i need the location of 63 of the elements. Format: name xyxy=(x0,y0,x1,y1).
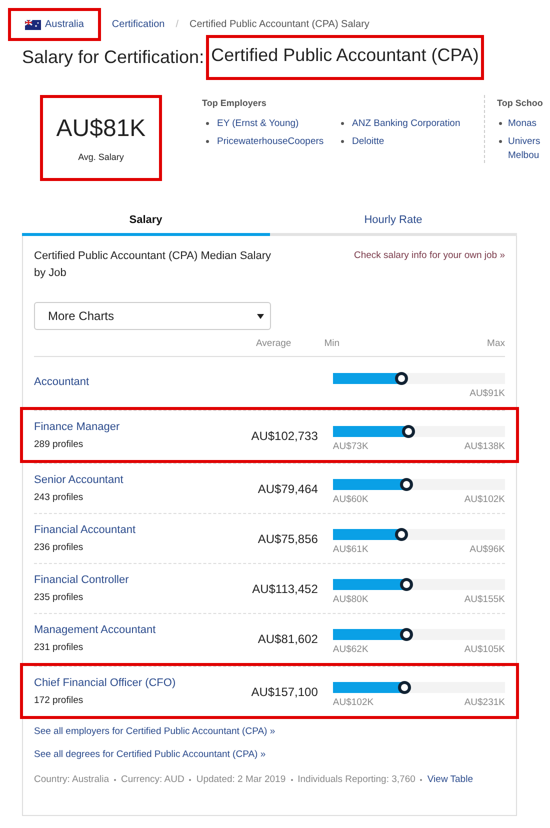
more-charts-dropdown[interactable]: More Charts xyxy=(34,302,271,330)
own-job-link[interactable]: Check salary info for your own job » xyxy=(354,248,505,282)
breadcrumb-separator: / xyxy=(176,18,178,32)
job-title-link[interactable]: Accountant xyxy=(34,374,206,390)
max-salary: AU$102K xyxy=(464,493,505,508)
min-salary: AU$60K xyxy=(332,493,368,508)
column-header: Average xyxy=(256,337,292,352)
profile-count: 235 profiles xyxy=(34,591,84,606)
employer-link[interactable]: ANZ Banking Corporation xyxy=(352,116,460,131)
see-all-link[interactable]: See all employers for Certified Public Accountant (CPA) » xyxy=(34,725,505,740)
footer-info: Individuals Reporting: 3,760 xyxy=(298,772,416,786)
see-all-link[interactable]: See all degrees for Certified Public Accountant (CPA) » xyxy=(34,748,505,762)
employer-link[interactable]: PricewaterhouseCoopers xyxy=(217,134,324,149)
average-salary: AU$157,100 xyxy=(251,684,318,700)
max-salary: AU$91K xyxy=(470,386,505,401)
max-salary: AU$138K xyxy=(464,440,505,454)
footer-info: Country: Australia xyxy=(34,772,109,786)
footer-info: Updated: 2 Mar 2019 xyxy=(196,772,286,786)
average-salary: AU$81,602 xyxy=(258,630,318,648)
profile-count: 289 profiles xyxy=(34,438,84,452)
job-title-link[interactable]: Finance Manager xyxy=(34,418,206,436)
tab[interactable]: Hourly Rate xyxy=(270,207,517,236)
job-title-link[interactable]: Management Accountant xyxy=(34,622,206,638)
average-salary-value: AU$81K xyxy=(56,114,146,144)
column-header: Min xyxy=(324,337,340,352)
profile-count: 231 profiles xyxy=(34,641,84,656)
average-salary-label: Avg. Salary xyxy=(78,151,124,164)
profile-count: 236 profiles xyxy=(34,541,84,556)
profile-count: 243 profiles xyxy=(34,491,84,506)
max-salary: AU$105K xyxy=(464,643,505,658)
max-salary: AU$155K xyxy=(464,593,505,608)
min-salary: AU$61K xyxy=(332,543,368,558)
employer-link[interactable]: EY (Ernst & Young) xyxy=(217,116,299,131)
employer-link[interactable]: Deloitte xyxy=(352,134,384,149)
breadcrumb-link[interactable]: Certification xyxy=(108,8,168,41)
breadcrumb-link[interactable]: Australia xyxy=(8,8,101,41)
job-title-link[interactable]: Chief Financial Officer (CFO) xyxy=(34,674,206,692)
view-table-link[interactable]: View Table xyxy=(427,772,473,787)
min-salary: AU$73K xyxy=(332,440,368,454)
min-salary: AU$80K xyxy=(332,593,368,608)
average-salary: AU$79,464 xyxy=(258,480,318,498)
min-salary: AU$102K xyxy=(332,696,374,710)
column-header: Max xyxy=(487,337,505,352)
certification-name: Certified Public Accountant (CPA) xyxy=(206,35,484,80)
average-salary: AU$75,856 xyxy=(258,530,318,548)
min-salary: AU$62K xyxy=(332,643,368,658)
max-salary: AU$231K xyxy=(464,696,505,710)
max-salary: AU$96K xyxy=(470,543,505,558)
job-title-link[interactable]: Financial Accountant xyxy=(34,522,206,538)
school-link[interactable]: Univers Melbou xyxy=(508,134,540,162)
panel-title: Certified Public Accountant (CPA) Median Salary by Job xyxy=(34,249,272,281)
footer-info: Currency: AUD xyxy=(120,772,184,786)
profile-count: 172 profiles xyxy=(34,694,84,708)
school-link[interactable]: Monas xyxy=(508,116,537,130)
page-title: Salary for Certification: xyxy=(22,46,204,69)
section-heading: Top Schoo xyxy=(497,97,543,110)
job-title-link[interactable]: Senior Accountant xyxy=(34,472,206,488)
average-salary: AU$102,733 xyxy=(251,428,318,444)
average-salary: AU$113,452 xyxy=(252,580,318,598)
section-heading: Top Employers xyxy=(202,97,268,110)
dropdown-caret-icon xyxy=(257,314,264,318)
tab[interactable]: Salary xyxy=(22,207,270,236)
job-title-link[interactable]: Financial Controller xyxy=(34,572,206,588)
